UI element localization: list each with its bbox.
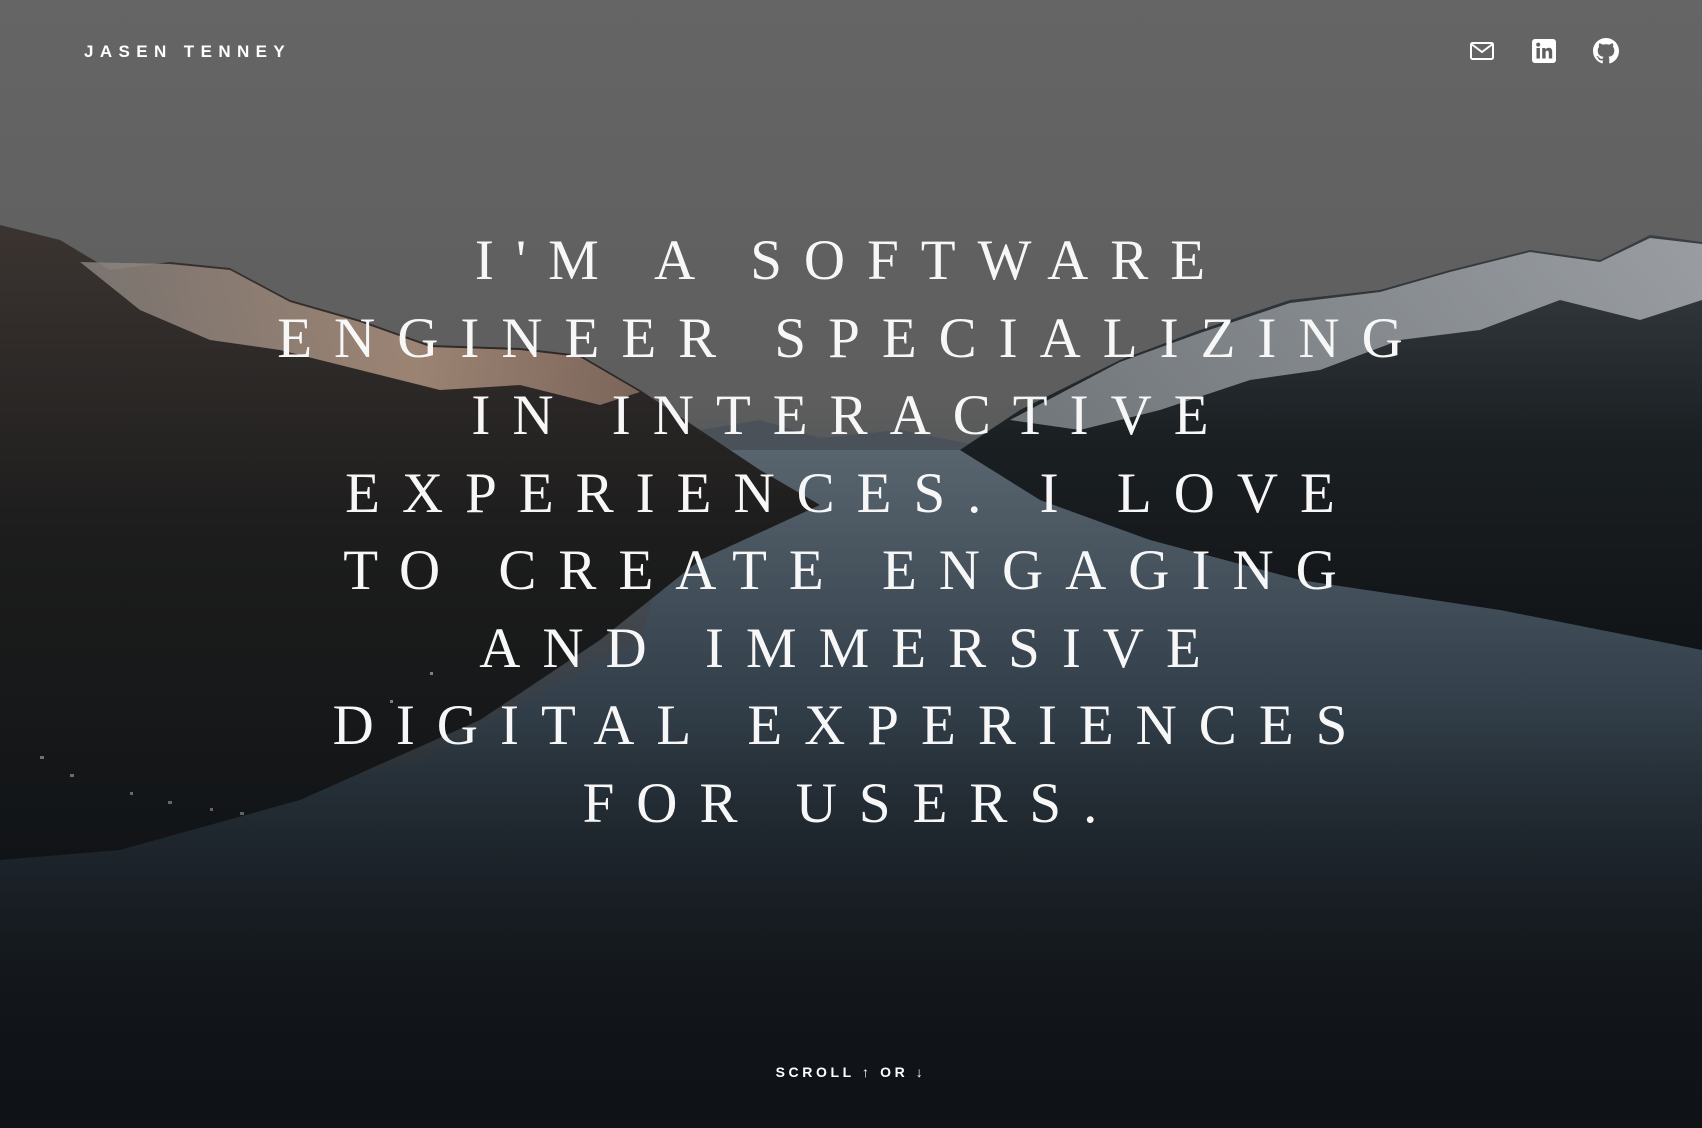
email-link[interactable] — [1469, 38, 1495, 64]
scroll-hint: SCROLL ↑ OR ↓ — [775, 1064, 927, 1080]
mail-icon — [1470, 42, 1494, 60]
linkedin-link[interactable] — [1531, 38, 1557, 64]
github-icon — [1593, 38, 1619, 64]
social-links — [1469, 38, 1619, 64]
site-logo[interactable]: JASEN TENNEY — [84, 42, 291, 62]
hero-section: JASEN TENNEY I'm a software engineer spe… — [0, 0, 1702, 1128]
hero-headline: I'm a software engineer specializing in … — [277, 229, 1425, 835]
linkedin-icon — [1532, 39, 1556, 63]
github-link[interactable] — [1593, 38, 1619, 64]
